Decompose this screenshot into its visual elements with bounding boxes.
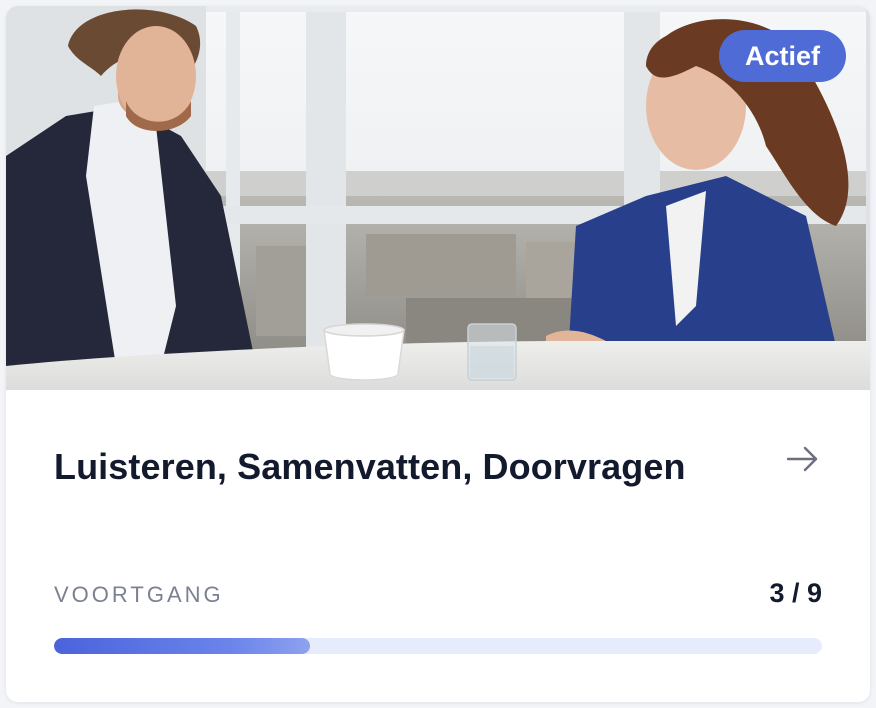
course-thumbnail[interactable]: Actief — [6, 6, 870, 390]
arrow-right-icon[interactable] — [786, 442, 820, 476]
course-title[interactable]: Luisteren, Samenvatten, Doorvragen — [54, 446, 686, 488]
progress-label: VOORTGANG — [54, 582, 224, 607]
course-card[interactable]: Actief Luisteren, Samenvatten, Doorvrage… — [6, 6, 870, 702]
progress-bar-fill — [54, 638, 310, 654]
progress-bar — [54, 638, 822, 654]
progress-count: 3 / 9 — [769, 578, 822, 608]
status-badge: Actief — [718, 30, 846, 82]
